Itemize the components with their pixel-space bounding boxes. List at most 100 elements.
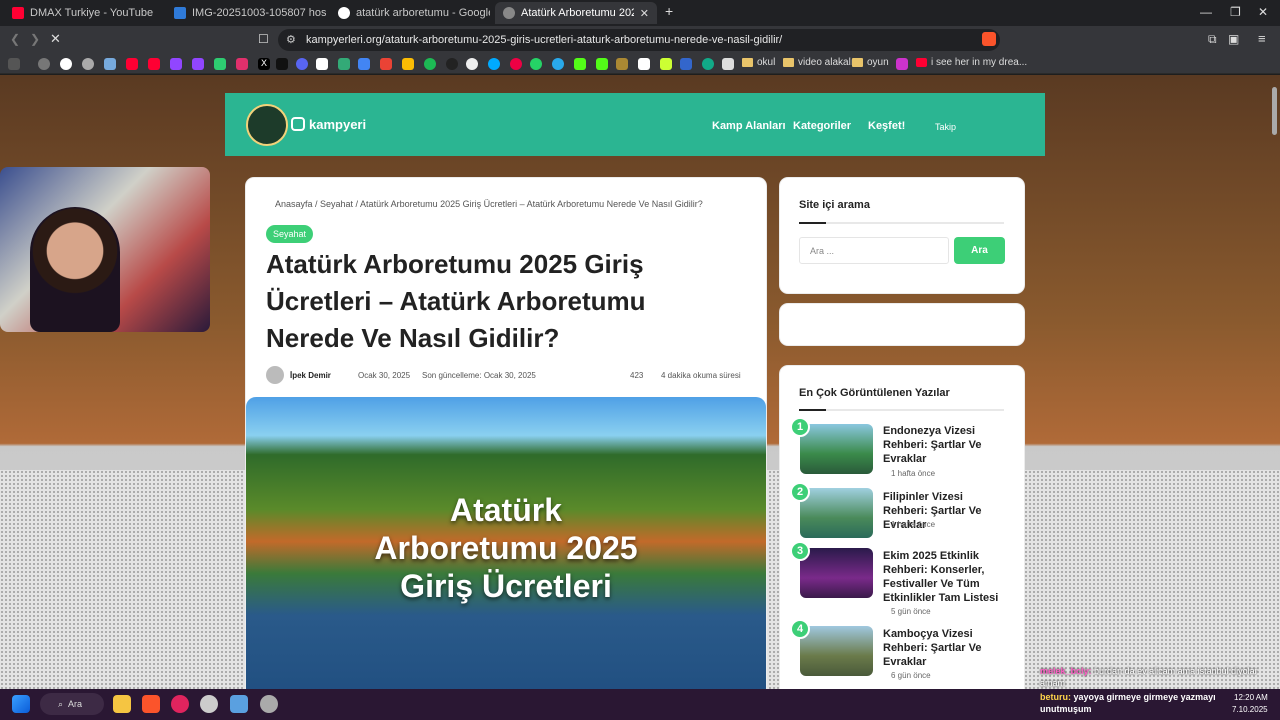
gemini-icon[interactable] (104, 58, 116, 70)
bookmark-app-icon[interactable] (896, 58, 908, 70)
post-title-link[interactable]: Kamboçya Vizesi Rehberi: Şartlar Ve Evra… (883, 627, 1008, 669)
search-button[interactable]: Ara (954, 237, 1005, 264)
brand-name[interactable]: kampyeri (309, 117, 366, 132)
restore-icon[interactable]: ❐ (1230, 5, 1241, 19)
folder-label: oyun (867, 57, 889, 68)
history-icon[interactable] (38, 58, 50, 70)
github-icon[interactable] (466, 58, 478, 70)
author-name[interactable]: İpek Demir (290, 371, 331, 380)
breadcrumb[interactable]: Anasayfa / Seyahat / Atatürk Arboretumu … (275, 199, 755, 209)
address-bar[interactable]: ⚙ kampyerleri.org/ataturk-arboretumu-202… (278, 29, 1000, 51)
apps-icon[interactable] (8, 58, 20, 70)
post-title-link[interactable]: Endonezya Vizesi Rehberi: Şartlar Ve Evr… (883, 424, 1008, 466)
spotify-icon[interactable] (424, 58, 436, 70)
chatgpt-icon[interactable] (82, 58, 94, 70)
stop-icon[interactable]: ✕ (50, 31, 61, 47)
category-badge[interactable]: Seyahat (266, 225, 314, 243)
nav-kesfet[interactable]: Keşfet! (868, 120, 905, 132)
close-tab-icon[interactable]: ✕ (640, 7, 649, 20)
close-window-icon[interactable]: ✕ (1258, 5, 1268, 19)
youtube-icon (12, 7, 24, 19)
bookmark-folder-video[interactable]: video alakalı (783, 57, 854, 68)
site-logo[interactable] (246, 104, 288, 146)
kick-icon[interactable] (596, 58, 608, 70)
bookmark-app-icon[interactable] (616, 58, 628, 70)
tab-active-article[interactable]: Atatürk Arboretumu 2025 Giriş Ü ✕ (495, 2, 657, 24)
telegram-icon[interactable] (552, 58, 564, 70)
nav-kategoriler[interactable]: Kategoriler (793, 120, 851, 132)
whatsapp-icon[interactable] (530, 58, 542, 70)
post-thumbnail[interactable] (800, 488, 873, 538)
bookmark-youtube-video[interactable]: i see her in my drea... (916, 57, 1027, 68)
bookmark-app-icon[interactable] (680, 58, 692, 70)
twitch-icon[interactable] (192, 58, 204, 70)
chat-username: melek_bcly: (1040, 666, 1092, 676)
imagebox-icon (174, 7, 186, 19)
folder-icon (852, 58, 863, 67)
post-time: 1 hafta önce (891, 469, 936, 478)
streamer-silhouette (30, 207, 120, 332)
site-info-icon[interactable]: ⚙ (286, 33, 296, 46)
bookmark-app-icon[interactable] (446, 58, 458, 70)
bookmark-app-icon[interactable] (722, 58, 734, 70)
bookmark-app-icon[interactable] (660, 58, 672, 70)
media-app-icon[interactable] (171, 695, 189, 713)
bookmark-app-icon[interactable] (214, 58, 226, 70)
photos-icon[interactable] (230, 695, 248, 713)
folder-label: video alakalı (798, 57, 854, 68)
bookmark-app-icon[interactable] (702, 58, 714, 70)
kick-icon[interactable] (574, 58, 586, 70)
file-explorer-icon[interactable] (113, 695, 131, 713)
menu-icon[interactable]: ≡ (1258, 31, 1266, 46)
nav-kamp-alanlari[interactable]: Kamp Alanları (712, 120, 786, 132)
post-title-link[interactable]: Ekim 2025 Etkinlik Rehberi: Konserler, F… (883, 549, 1008, 605)
wallet-icon[interactable]: ▣ (1228, 32, 1239, 46)
tab-youtube[interactable]: DMAX Turkiye - YouTube (4, 2, 164, 24)
tab-google-search[interactable]: atatürk arboretumu - Google'da Ara (330, 2, 490, 24)
app-icon[interactable] (200, 695, 218, 713)
bookmark-app-icon[interactable] (338, 58, 350, 70)
back-icon[interactable]: ❮ (10, 32, 20, 46)
translate-icon[interactable] (358, 58, 370, 70)
minimize-icon[interactable]: — (1200, 5, 1212, 19)
x-icon[interactable]: X (258, 58, 270, 70)
clock-date[interactable]: 7.10.2025 (1232, 705, 1268, 714)
gmail-icon[interactable] (380, 58, 392, 70)
brave-browser-icon[interactable] (142, 695, 160, 713)
tiktok-icon[interactable] (276, 58, 288, 70)
post-thumbnail[interactable] (800, 424, 873, 474)
windows-start-icon[interactable] (12, 695, 30, 713)
author-avatar[interactable] (266, 366, 284, 384)
chat-message: melek_bcly: burdan da ev alicam ama ista… (1040, 665, 1276, 689)
new-tab-button[interactable]: + (665, 3, 673, 19)
taskbar-search[interactable]: ⌕ Ara (40, 693, 104, 715)
bookmark-folder-okul[interactable]: okul (742, 57, 775, 68)
rank-badge: 4 (790, 619, 810, 639)
discord-icon[interactable] (296, 58, 308, 70)
instagram-icon[interactable] (236, 58, 248, 70)
bookmark-folder-oyun[interactable]: oyun (852, 57, 889, 68)
brave-shields-icon[interactable] (982, 32, 996, 46)
bookmark-app-icon[interactable] (510, 58, 522, 70)
obs-icon[interactable] (260, 695, 278, 713)
twitch-icon[interactable] (170, 58, 182, 70)
google-icon[interactable] (60, 58, 72, 70)
page-scrollbar[interactable] (1272, 87, 1277, 135)
instagram-icon[interactable] (291, 117, 305, 131)
tab-imgbox[interactable]: IMG-20251003-105807 hosted at Img (166, 2, 326, 24)
capcut-icon[interactable] (316, 58, 328, 70)
search-input[interactable]: Ara ... (799, 237, 949, 264)
nav-takip[interactable]: Takip (935, 122, 956, 132)
updated-date: Son güncelleme: Ocak 30, 2025 (422, 371, 536, 380)
drive-icon[interactable] (402, 58, 414, 70)
bookmark-app-icon[interactable] (638, 58, 650, 70)
clock-time[interactable]: 12:20 AM (1234, 693, 1268, 702)
edge-icon[interactable] (488, 58, 500, 70)
forward-icon[interactable]: ❯ (30, 32, 40, 46)
youtube-icon[interactable] (126, 58, 138, 70)
post-thumbnail[interactable] (800, 548, 873, 598)
post-thumbnail[interactable] (800, 626, 873, 676)
extensions-icon[interactable]: ⧉ (1208, 32, 1217, 47)
bookmark-icon[interactable]: ☐ (258, 32, 269, 46)
youtube-icon[interactable] (148, 58, 160, 70)
